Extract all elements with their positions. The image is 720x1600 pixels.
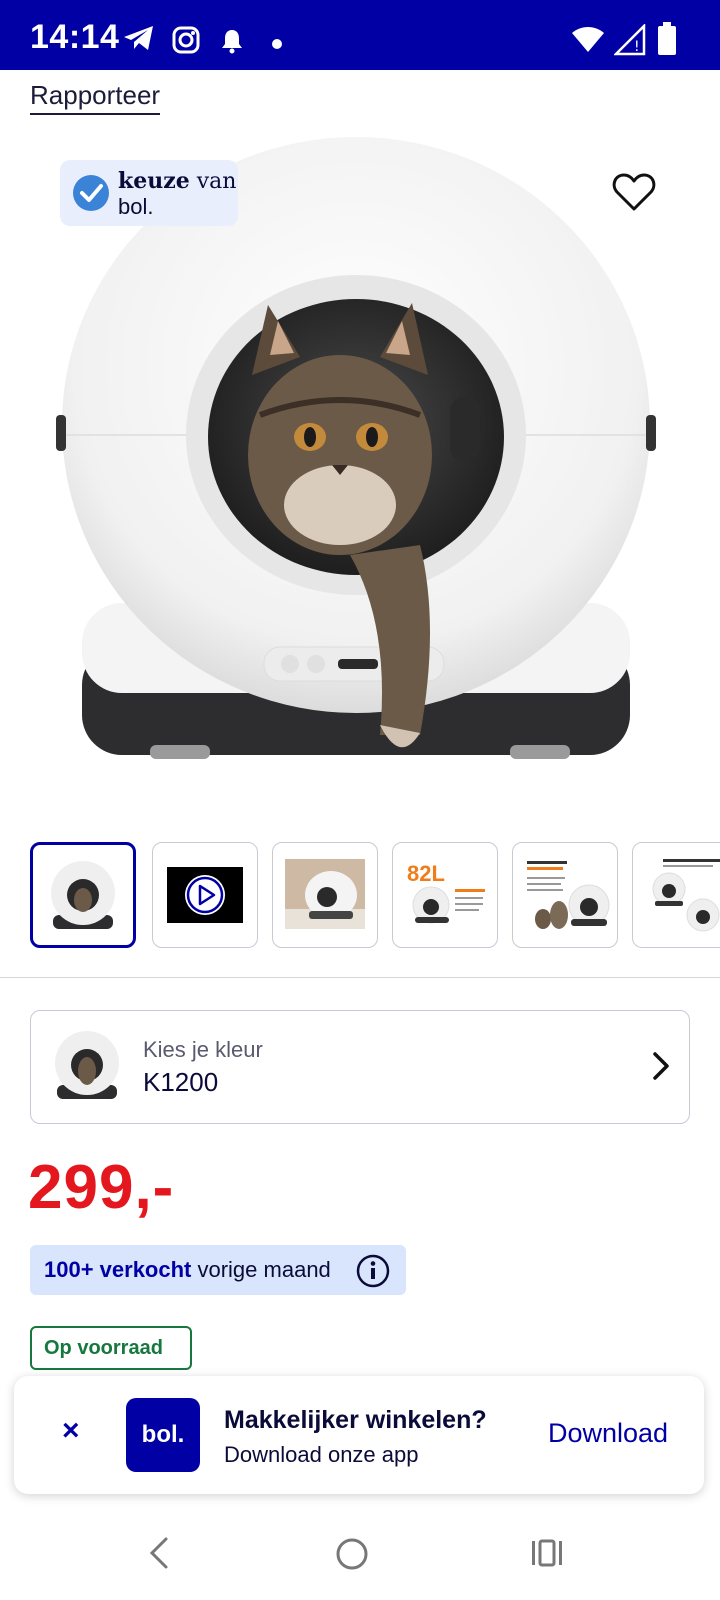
thumbnail-strip[interactable]: 82L bbox=[30, 842, 720, 950]
wishlist-heart-icon[interactable] bbox=[612, 172, 656, 217]
check-badge-icon bbox=[72, 174, 110, 217]
battery-icon bbox=[656, 22, 678, 61]
thumbnail-82l[interactable]: 82L bbox=[392, 842, 498, 948]
stock-status-text: Op voorraad bbox=[44, 1337, 163, 1359]
thumbnail-video[interactable] bbox=[152, 842, 258, 948]
stock-status-badge: Op voorraad bbox=[30, 1326, 192, 1370]
thumbnail-1[interactable] bbox=[30, 842, 136, 948]
wifi-icon bbox=[570, 24, 606, 59]
banner-subtitle: Download onze app bbox=[224, 1442, 419, 1467]
recent-apps-icon[interactable] bbox=[530, 1536, 564, 1575]
price: 299,- bbox=[28, 1153, 175, 1222]
thumbnail-5[interactable] bbox=[512, 842, 618, 948]
color-selector[interactable]: Kies je kleur K1200 bbox=[30, 1010, 690, 1124]
home-icon[interactable] bbox=[334, 1536, 370, 1577]
badge-bol-text: bol. bbox=[118, 194, 154, 219]
download-app-button[interactable]: Download bbox=[548, 1418, 668, 1449]
badge-keuze-text: keuze bbox=[118, 168, 190, 194]
more-notifications-dot-icon bbox=[272, 36, 282, 54]
thumbnail-82l-text: 82L bbox=[407, 861, 445, 886]
color-thumbnail bbox=[47, 1027, 127, 1107]
keuze-van-bol-badge: keuze van bol. bbox=[60, 160, 238, 226]
notification-bell-icon bbox=[220, 28, 244, 59]
back-icon[interactable] bbox=[146, 1536, 174, 1575]
info-icon[interactable] bbox=[356, 1254, 390, 1293]
color-selector-label: Kies je kleur bbox=[143, 1037, 263, 1062]
instagram-icon bbox=[172, 26, 200, 59]
thumbnail-6[interactable] bbox=[632, 842, 720, 948]
bol-logo: bol. bbox=[126, 1398, 200, 1472]
svg-text:!: ! bbox=[634, 39, 640, 55]
product-image[interactable] bbox=[0, 125, 720, 805]
divider bbox=[0, 977, 720, 978]
report-link[interactable]: Rapporteer bbox=[30, 80, 161, 115]
system-navigation-bar bbox=[0, 1510, 720, 1600]
chevron-right-icon bbox=[651, 1051, 671, 1086]
close-banner-button[interactable]: × bbox=[62, 1414, 80, 1448]
sold-period-text: vorige maand bbox=[191, 1257, 331, 1282]
thumbnail-3[interactable] bbox=[272, 842, 378, 948]
sold-last-month-badge: 100+ verkocht vorige maand bbox=[30, 1245, 406, 1295]
banner-title: Makkelijker winkelen? bbox=[224, 1406, 487, 1434]
status-bar: 14:14 ! bbox=[0, 0, 720, 70]
app-download-banner: × bol. Makkelijker winkelen? Download on… bbox=[14, 1376, 704, 1494]
color-selector-value: K1200 bbox=[143, 1067, 219, 1097]
telegram-icon bbox=[122, 24, 156, 57]
sold-count-text: 100+ verkocht bbox=[44, 1257, 192, 1282]
status-time: 14:14 bbox=[30, 18, 120, 56]
cell-signal-icon: ! bbox=[612, 22, 646, 61]
badge-van-text: van bbox=[189, 169, 237, 194]
